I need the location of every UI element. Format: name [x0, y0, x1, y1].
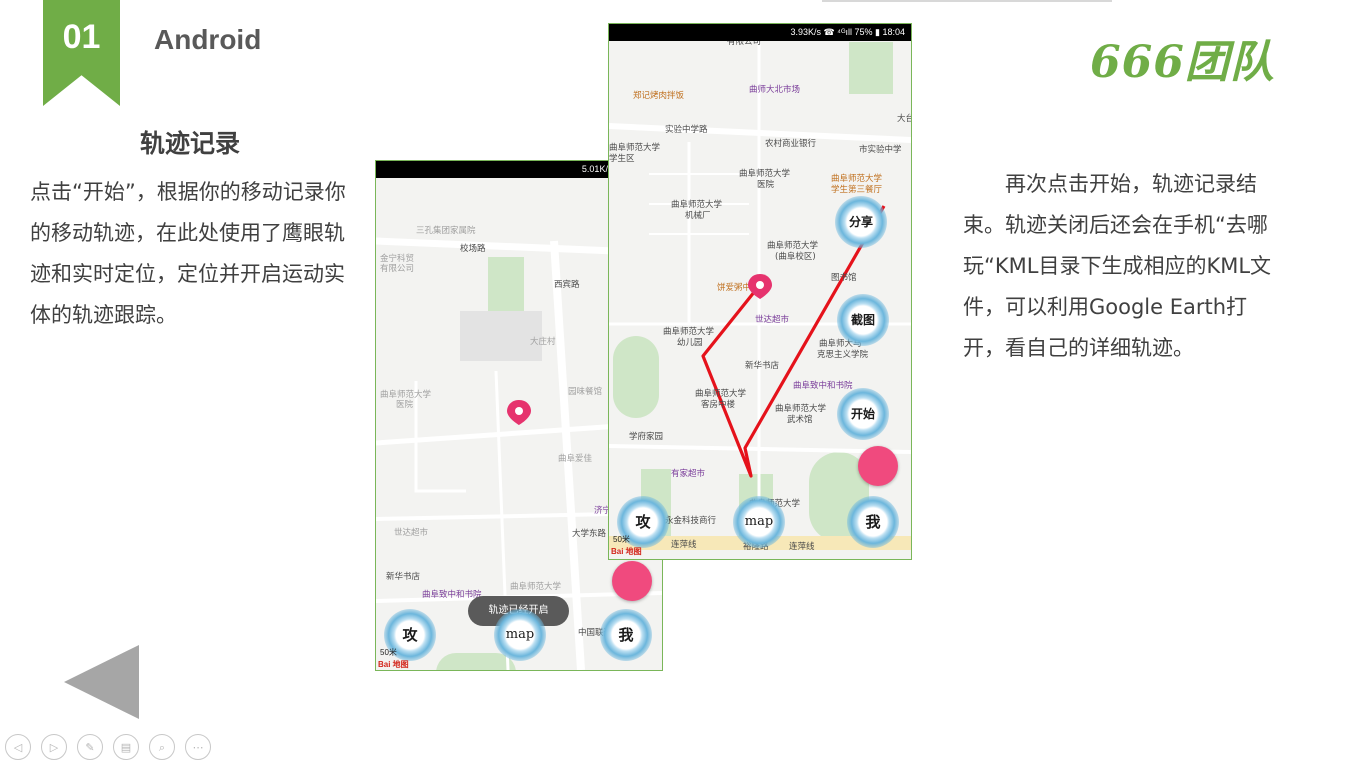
map-label: 新华书店 [745, 360, 780, 371]
slides-grid-icon[interactable]: ▤ [113, 734, 139, 760]
phone-screenshot-track-result: 有限公司 曲师大北市场 郑记烤肉拌饭 实验中学路 农村商业银行 市实验中学 曲阜… [608, 23, 912, 560]
map-label: 曲阜师范大学 [831, 173, 883, 184]
more-options-icon[interactable]: ⋯ [185, 734, 211, 760]
map-label: 大学东路 [572, 528, 607, 539]
map-label: 医院 [396, 399, 414, 410]
map-label: 曲阜师范大学 [695, 388, 747, 399]
section-title: Android [154, 24, 262, 55]
top-edge-bar [822, 0, 1112, 2]
map-label: 世达超市 [755, 314, 790, 325]
start-button[interactable]: 开始 [837, 388, 889, 440]
map-label: 金宁科贸 [380, 253, 414, 264]
map-label: 西宾路 [554, 279, 580, 290]
record-fab-button[interactable] [612, 561, 652, 601]
map-label: 连萍线 [671, 539, 697, 550]
map-scale: 50米 [380, 648, 397, 657]
map-button[interactable]: map [733, 496, 785, 548]
zoom-icon[interactable]: ⌕ [149, 734, 175, 760]
map-label: 曲阜师范大学 [663, 326, 715, 337]
me-button[interactable]: 我 [600, 609, 652, 661]
me-button[interactable]: 我 [847, 496, 899, 548]
map-label: 机械厂 [685, 210, 711, 221]
left-description: 点击“开始”，根据你的移动记录你的移动轨迹，在此处使用了鹰眼轨迹和实时定位，定位… [30, 180, 346, 327]
map-label: 校场路 [460, 243, 486, 254]
map-label: 曲阜师范大学 [671, 199, 723, 210]
map-label: (曲阜校区) [775, 251, 816, 262]
record-fab-button[interactable] [858, 446, 898, 486]
back-arrow-icon[interactable] [64, 645, 139, 719]
brand-logo: 666团队 [1090, 37, 1275, 88]
pen-icon[interactable]: ✎ [77, 734, 103, 760]
baidu-logo: Bai 地图 [378, 660, 409, 669]
map-label: 曲师大北市场 [749, 84, 800, 95]
map-label: 客房中楼 [701, 399, 736, 410]
map-label: 永金科技商行 [665, 515, 717, 526]
map-label: 有限公司 [380, 263, 414, 274]
share-button[interactable]: 分享 [835, 196, 887, 248]
map-label: 学府家园 [629, 431, 663, 442]
map-label: 图书馆 [831, 272, 857, 283]
map-label: 大台 [897, 113, 911, 124]
slide-number: 01 [62, 18, 101, 56]
map-label: 幼儿园 [677, 337, 703, 348]
map-label: 克思主义学院 [817, 349, 869, 360]
map-label: 武术馆 [787, 414, 813, 425]
map-label: 有家超市 [671, 468, 706, 479]
next-slide-icon[interactable]: ▷ [41, 734, 67, 760]
map-label: 曲阜师范大学 [510, 581, 562, 592]
map-label: 连萍线 [789, 541, 815, 552]
map-button[interactable]: map [494, 609, 546, 661]
map-label: 曲阜师范大学 [775, 403, 827, 414]
map-label: 学生第三餐厅 [831, 184, 883, 195]
map-label: 实验中学路 [665, 124, 708, 135]
map-label: 曲阜师范大学 [380, 389, 432, 400]
slide-heading: 轨迹记录 [140, 129, 241, 158]
map-label: 曲阜爱佳 [558, 453, 593, 464]
map-label: 曲阜师范大学 [767, 240, 819, 251]
map-label: 园味餐馆 [568, 386, 602, 397]
map-scale: 50米 [613, 535, 630, 544]
screenshot-button[interactable]: 截图 [837, 294, 889, 346]
map-label: 三孔集团家属院 [416, 225, 476, 236]
map-label: 农村商业银行 [765, 138, 817, 149]
map-label: 市实验中学 [859, 144, 902, 155]
status-bar: 3.93K/s ☎ ⁴ᴳıll 75% ▮ 18:04 [609, 24, 911, 41]
map-label: 郑记烤肉拌饭 [633, 90, 685, 101]
right-description: 再次点击开始，轨迹记录结束。轨迹关闭后还会在手机“去哪玩“KML目录下生成相应的… [963, 172, 1272, 360]
map-label: 大庄村 [530, 336, 556, 347]
map-label: 世达超市 [394, 527, 429, 538]
map-label: 曲阜师范大学 [609, 142, 661, 153]
baidu-logo: Bai 地图 [611, 547, 642, 556]
previous-slide-icon[interactable]: ◁ [5, 734, 31, 760]
presentation-toolbar: ◁ ▷ ✎ ▤ ⌕ ⋯ [5, 734, 211, 760]
map-label: 学生区 [609, 153, 635, 164]
map-label: 医院 [757, 179, 775, 190]
map-label: 曲阜师范大学 [739, 168, 791, 179]
map-label: 新华书店 [386, 571, 421, 582]
